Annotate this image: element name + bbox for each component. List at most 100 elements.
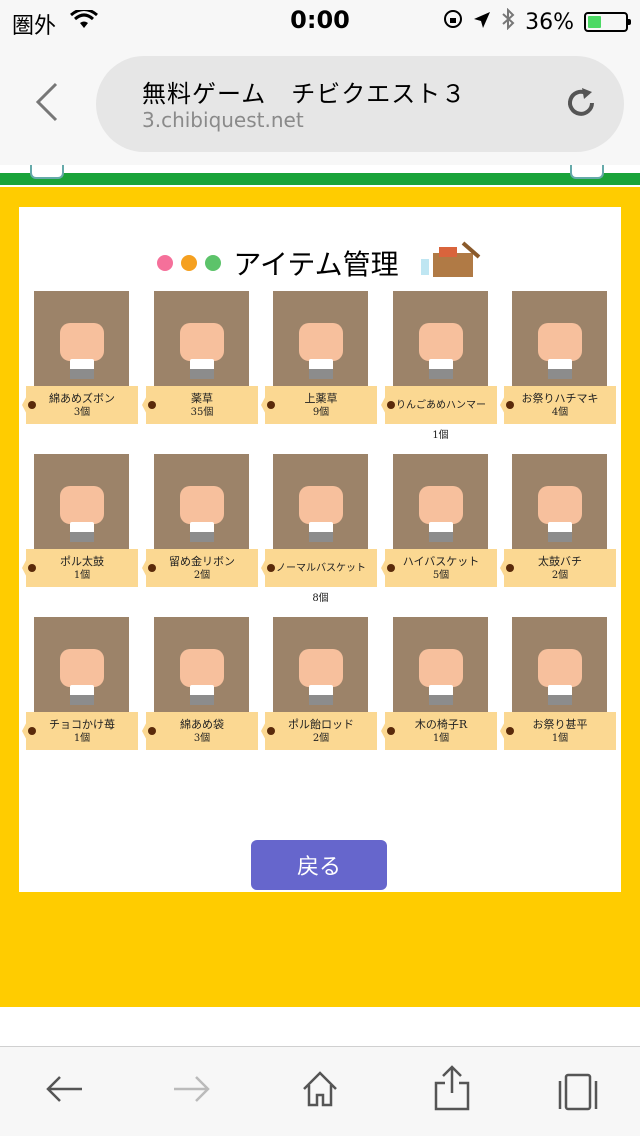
chibi-avatar-icon <box>299 649 343 707</box>
game-frame: アイテム管理 綿あめズボン 3個 薬草 35個 上薬草 9個 りんごあめハンマー 1個 お祭りハ… <box>0 187 640 1007</box>
back-chevron-icon[interactable] <box>28 80 64 128</box>
chibi-avatar-icon <box>180 486 224 544</box>
item-thumbnail <box>154 454 249 549</box>
chibi-avatar-icon <box>299 486 343 544</box>
item-row: 綿あめズボン 3個 薬草 35個 上薬草 9個 りんごあめハンマー 1個 お祭りハチマキ 4個 <box>22 291 616 454</box>
item-thumbnail <box>34 291 129 386</box>
item-name: ハイバスケット <box>402 554 480 568</box>
item-count: 8個 <box>312 593 329 604</box>
item-tag: 綿あめズボン 3個 <box>22 386 138 424</box>
item-tag: ポル飴ロッド 2個 <box>261 712 377 750</box>
browser-toolbar <box>0 1046 640 1136</box>
chibi-avatar-icon <box>538 323 582 381</box>
chibi-avatar-icon <box>419 649 463 707</box>
item-tag: 薬草 35個 <box>142 386 258 424</box>
item-tag: 太鼓バチ 2個 <box>500 549 616 587</box>
item-name: 綿あめズボン <box>49 391 115 405</box>
item-count: 2個 <box>312 732 330 744</box>
item-name: ポル飴ロッド <box>288 717 354 731</box>
page-title: 無料ゲーム チビクエスト３ <box>142 80 467 108</box>
item-count: 1個 <box>432 430 449 441</box>
battery-percent: 36% <box>525 9 574 35</box>
item-count: 1個 <box>551 732 569 744</box>
item-thumbnail <box>34 454 129 549</box>
chibi-avatar-icon <box>60 486 104 544</box>
item-name: お祭りハチマキ <box>521 391 599 405</box>
forward-arrow-icon[interactable] <box>172 1069 212 1113</box>
item-name: ポル太鼓 <box>60 554 104 568</box>
item-thumbnail <box>154 291 249 386</box>
item-row: ポル太鼓 1個 留め金リボン 2個 ノーマルバスケット 8個 ハイバスケット 5個 太鼓バチ 2個 <box>22 454 616 617</box>
item-thumbnail <box>512 291 607 386</box>
item-count: 1個 <box>73 732 91 744</box>
chibi-avatar-icon <box>60 323 104 381</box>
item-bag-icon <box>419 239 483 286</box>
address-bar[interactable]: 無料ゲーム チビクエスト３ 3.chibiquest.net <box>96 56 624 152</box>
page-heading: アイテム管理 <box>233 247 399 281</box>
share-icon[interactable] <box>432 1065 472 1115</box>
item-panel: アイテム管理 綿あめズボン 3個 薬草 35個 上薬草 9個 りんごあめハンマー 1個 お祭りハ… <box>19 207 621 892</box>
item-count: 35個 <box>190 406 214 418</box>
browser-header: 無料ゲーム チビクエスト３ 3.chibiquest.net <box>0 40 640 165</box>
item-name: 留め金リボン <box>169 554 235 568</box>
item-tag: ノーマルバスケット <box>261 549 377 587</box>
item-tag: 留め金リボン 2個 <box>142 549 258 587</box>
item-count: 9個 <box>312 406 330 418</box>
game-header-strip <box>0 165 640 187</box>
chibi-avatar-icon <box>299 323 343 381</box>
item-count: 3個 <box>193 732 211 744</box>
item-name: りんごあめハンマー <box>396 399 486 411</box>
item-count: 5個 <box>432 569 450 581</box>
item-name: ノーマルバスケット <box>276 562 366 574</box>
item-tag: お祭り甚平 1個 <box>500 712 616 750</box>
item-grid: 綿あめズボン 3個 薬草 35個 上薬草 9個 りんごあめハンマー 1個 お祭りハチマキ 4個 ポル… <box>22 291 616 780</box>
item-thumbnail <box>512 617 607 712</box>
item-thumbnail <box>393 291 488 386</box>
item-count: 4個 <box>551 406 569 418</box>
item-count: 2個 <box>193 569 211 581</box>
status-bar: 圏外 0:00 36% <box>0 0 640 40</box>
location-icon <box>473 10 491 35</box>
chibi-avatar-icon <box>60 649 104 707</box>
decorative-dots-icon <box>157 254 222 271</box>
item-thumbnail <box>273 454 368 549</box>
chibi-avatar-icon <box>538 649 582 707</box>
item-thumbnail <box>512 454 607 549</box>
item-name: 太鼓バチ <box>538 554 582 568</box>
back-button[interactable]: 戻る <box>251 840 387 890</box>
item-tag: りんごあめハンマー <box>381 386 497 424</box>
chibi-avatar-icon <box>180 323 224 381</box>
item-name: 上薬草 <box>304 391 338 405</box>
home-icon[interactable] <box>300 1069 340 1113</box>
chibi-avatar-icon <box>538 486 582 544</box>
reload-icon[interactable] <box>564 86 598 124</box>
item-name: 薬草 <box>191 391 213 405</box>
battery-icon <box>584 12 631 32</box>
item-thumbnail <box>34 617 129 712</box>
item-thumbnail <box>393 617 488 712</box>
item-name: 木の椅子R <box>414 717 468 731</box>
chibi-avatar-icon <box>419 486 463 544</box>
item-tag: ポル太鼓 1個 <box>22 549 138 587</box>
item-thumbnail <box>393 454 488 549</box>
item-tag: 綿あめ袋 3個 <box>142 712 258 750</box>
page-host: 3.chibiquest.net <box>142 108 304 132</box>
item-thumbnail <box>273 291 368 386</box>
item-thumbnail <box>154 617 249 712</box>
item-tag: 木の椅子R 1個 <box>381 712 497 750</box>
item-tag: 上薬草 9個 <box>261 386 377 424</box>
tabs-icon[interactable] <box>556 1073 600 1117</box>
lock-rotation-icon <box>443 9 463 35</box>
item-count: 2個 <box>551 569 569 581</box>
item-count: 3個 <box>73 406 91 418</box>
bluetooth-icon <box>501 7 515 36</box>
item-name: 綿あめ袋 <box>180 717 224 731</box>
chibi-avatar-icon <box>419 323 463 381</box>
item-row: チョコかけ苺 1個 綿あめ袋 3個 ポル飴ロッド 2個 木の椅子R 1個 お祭り甚平 1個 <box>22 617 616 780</box>
item-tag: お祭りハチマキ 4個 <box>500 386 616 424</box>
back-arrow-icon[interactable] <box>44 1069 84 1113</box>
item-tag: チョコかけ苺 1個 <box>22 712 138 750</box>
item-management-heading: アイテム管理 <box>19 239 621 286</box>
item-thumbnail <box>273 617 368 712</box>
chibi-avatar-icon <box>180 649 224 707</box>
